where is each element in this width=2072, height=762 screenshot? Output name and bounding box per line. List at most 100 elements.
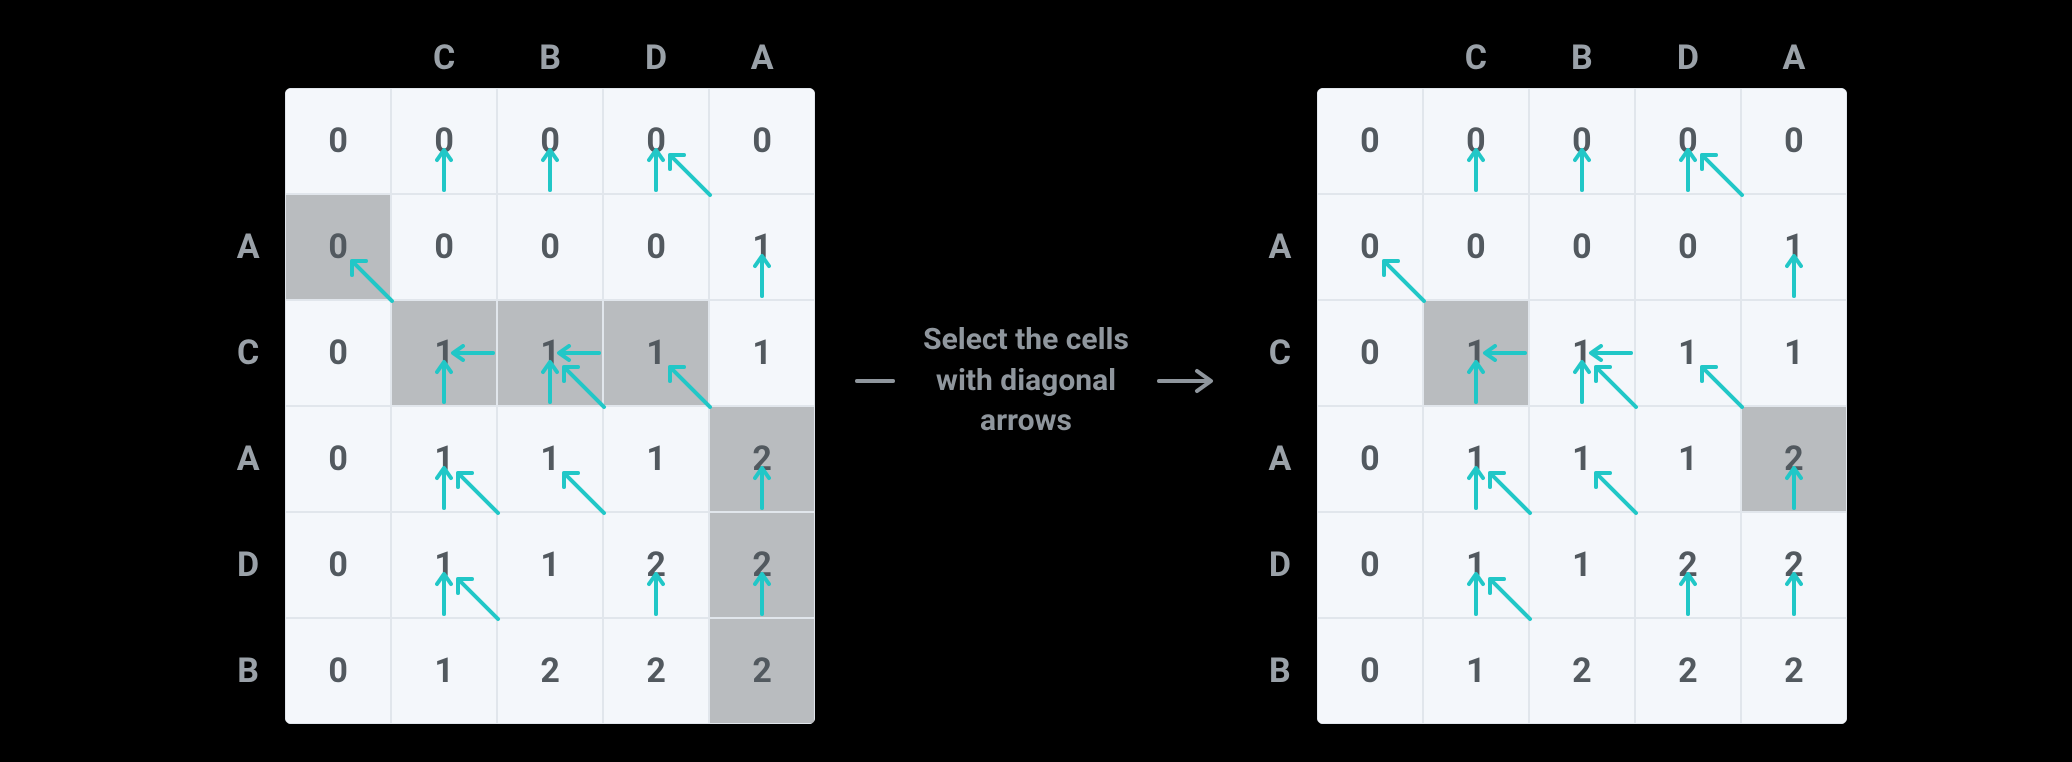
cell-value: 1 bbox=[1572, 333, 1592, 373]
grid-cell: 1 bbox=[709, 300, 815, 406]
cell-value: 1 bbox=[540, 333, 560, 373]
grid-cell: 0 bbox=[1423, 194, 1529, 300]
grid-cell: 2 bbox=[1741, 512, 1847, 618]
row-header: B bbox=[225, 618, 271, 724]
row-header: C bbox=[1257, 300, 1303, 406]
grid-cell: 1 bbox=[497, 406, 603, 512]
cell-value: 0 bbox=[434, 227, 454, 267]
cell-value: 1 bbox=[540, 545, 560, 585]
grid-cell: 1 bbox=[1529, 300, 1635, 406]
cell-value: 2 bbox=[1678, 545, 1698, 585]
grid-cell: 2 bbox=[1741, 406, 1847, 512]
row-header: A bbox=[1257, 194, 1303, 300]
row-header: A bbox=[1257, 406, 1303, 512]
grid-cell: 1 bbox=[1423, 406, 1529, 512]
grid-cell: 1 bbox=[1423, 300, 1529, 406]
grid-cell: 0 bbox=[1317, 618, 1423, 724]
grid-cell: 0 bbox=[1317, 512, 1423, 618]
cell-value: 2 bbox=[646, 651, 666, 691]
col-header: B bbox=[1529, 38, 1635, 78]
cell-value: 2 bbox=[1678, 651, 1698, 691]
cell-value: 0 bbox=[1360, 439, 1380, 479]
grid-cell: 0 bbox=[285, 300, 391, 406]
cell-value: 1 bbox=[1784, 333, 1804, 373]
cell-value: 0 bbox=[328, 651, 348, 691]
grid-cell: 1 bbox=[497, 300, 603, 406]
cell-value: 0 bbox=[540, 227, 560, 267]
row-header: D bbox=[225, 512, 271, 618]
row-header: C bbox=[225, 300, 271, 406]
col-header: A bbox=[709, 38, 815, 78]
row-header: A bbox=[225, 194, 271, 300]
cell-value: 1 bbox=[646, 439, 666, 479]
cell-value: 1 bbox=[1466, 651, 1486, 691]
right-matrix-panel: CBDAACADB000000000101111011120112201222 bbox=[1257, 38, 1847, 724]
cell-value: 1 bbox=[434, 545, 454, 585]
cell-value: 0 bbox=[646, 121, 666, 161]
grid-cell: 0 bbox=[285, 512, 391, 618]
cell-value: 1 bbox=[1466, 333, 1486, 373]
arrow-right-icon bbox=[1157, 366, 1217, 396]
cell-value: 2 bbox=[1572, 651, 1592, 691]
grid-cell: 0 bbox=[497, 194, 603, 300]
col-header: A bbox=[1741, 38, 1847, 78]
grid-cell: 1 bbox=[1741, 194, 1847, 300]
grid-cell: 0 bbox=[285, 194, 391, 300]
grid-cell: 2 bbox=[1741, 618, 1847, 724]
cell-value: 1 bbox=[540, 439, 560, 479]
dp-grid: 000000000101111011120112201222 bbox=[285, 88, 815, 724]
cell-value: 1 bbox=[434, 333, 454, 373]
grid-cell: 0 bbox=[1741, 88, 1847, 194]
cell-value: 0 bbox=[1360, 651, 1380, 691]
grid-cell: 1 bbox=[1529, 406, 1635, 512]
grid-cell: 0 bbox=[603, 88, 709, 194]
cell-value: 2 bbox=[1784, 439, 1804, 479]
grid-cell: 0 bbox=[1317, 406, 1423, 512]
grid-cell: 0 bbox=[603, 194, 709, 300]
cell-value: 1 bbox=[1466, 439, 1486, 479]
grid-cell: 0 bbox=[391, 88, 497, 194]
grid-cell: 0 bbox=[285, 406, 391, 512]
cell-value: 0 bbox=[646, 227, 666, 267]
grid-cell: 0 bbox=[1635, 88, 1741, 194]
row-header: B bbox=[1257, 618, 1303, 724]
grid-cell: 1 bbox=[603, 406, 709, 512]
grid-cell: 0 bbox=[285, 88, 391, 194]
grid-cell: 0 bbox=[1317, 300, 1423, 406]
grid-cell: 2 bbox=[709, 618, 815, 724]
col-header: D bbox=[1635, 38, 1741, 78]
grid-cell: 2 bbox=[1529, 618, 1635, 724]
col-header: C bbox=[1423, 38, 1529, 78]
grid-cell: 2 bbox=[709, 512, 815, 618]
cell-value: 0 bbox=[1360, 121, 1380, 161]
dp-grid: 000000000101111011120112201222 bbox=[1317, 88, 1847, 724]
grid-cell: 0 bbox=[285, 618, 391, 724]
grid-cell: 1 bbox=[391, 512, 497, 618]
grid-cell: 1 bbox=[709, 194, 815, 300]
col-header: B bbox=[497, 38, 603, 78]
cell-value: 1 bbox=[1466, 545, 1486, 585]
grid-cell: 2 bbox=[709, 406, 815, 512]
cell-value: 0 bbox=[328, 121, 348, 161]
grid-cell: 2 bbox=[603, 512, 709, 618]
cell-value: 1 bbox=[752, 333, 772, 373]
cell-value: 2 bbox=[540, 651, 560, 691]
grid-cell: 0 bbox=[391, 194, 497, 300]
cell-value: 1 bbox=[1784, 227, 1804, 267]
grid-cell: 0 bbox=[1529, 194, 1635, 300]
grid-cell: 1 bbox=[391, 618, 497, 724]
grid-cell: 1 bbox=[603, 300, 709, 406]
cell-value: 0 bbox=[1572, 227, 1592, 267]
grid-cell: 1 bbox=[391, 406, 497, 512]
cell-value: 1 bbox=[1678, 333, 1698, 373]
grid-cell: 1 bbox=[1741, 300, 1847, 406]
cell-value: 0 bbox=[1678, 227, 1698, 267]
cell-value: 1 bbox=[1572, 545, 1592, 585]
cell-value: 1 bbox=[434, 651, 454, 691]
cell-value: 0 bbox=[328, 333, 348, 373]
row-header bbox=[1257, 88, 1303, 194]
cell-value: 1 bbox=[752, 227, 772, 267]
row-header bbox=[225, 88, 271, 194]
cell-value: 1 bbox=[646, 333, 666, 373]
left-matrix-panel: CBDAACADB000000000101111011120112201222 bbox=[225, 38, 815, 724]
